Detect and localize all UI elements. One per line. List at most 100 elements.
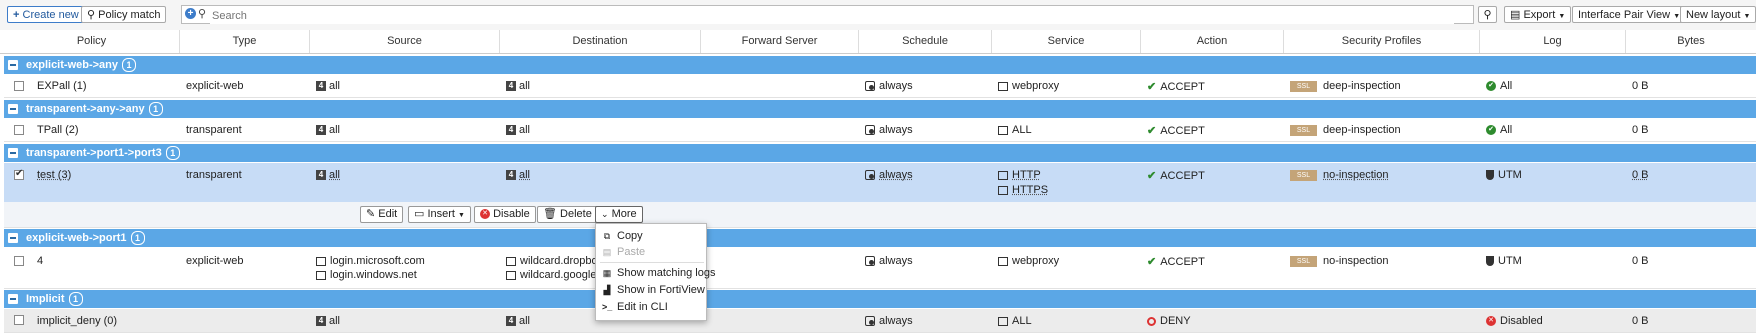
group-header[interactable]: transparent->port1->port3 1 [4,144,1756,162]
table-row[interactable]: 4 explicit-web login.microsoft.com login… [4,248,1756,289]
edit-button[interactable]: ✎ Edit [360,206,404,223]
destination-cell: wildcard.dropbox [506,255,603,267]
service-value: ALL [1012,315,1032,327]
log-cell: ✔ All [1486,80,1512,92]
deny-icon [1147,316,1156,326]
row-checkbox[interactable] [14,256,24,266]
menu-item-show-matching-logs[interactable]: ▦ Show matching logs [602,265,716,281]
collapse-icon[interactable] [8,233,18,243]
source-value[interactable]: all [329,169,340,181]
column-header-action[interactable]: Action [1141,30,1284,53]
group-header[interactable]: transparent->any->any 1 [4,100,1756,118]
group-header[interactable]: Implicit 1 [4,290,1756,308]
x-circle-icon: ✕ [1486,316,1496,327]
insert-button[interactable]: ▭ Insert ▼ [408,206,471,223]
policy-name[interactable]: test (3) [37,169,71,181]
log-cell: UTM [1486,255,1522,267]
security-profile-cell: SSL deep-inspection [1290,80,1401,92]
delete-button[interactable]: 🗑 Delete [537,206,598,223]
schedule-value: always [879,80,913,92]
group-count-badge: 1 [68,292,83,307]
row-checkbox[interactable] [14,81,24,91]
service-cell: ALL [998,124,1032,136]
service-value[interactable]: HTTP [1012,169,1041,181]
column-header-service[interactable]: Service [992,30,1141,53]
bytes-value: 0 B [1632,255,1649,267]
collapse-icon[interactable] [8,148,18,158]
service-value: webproxy [1012,80,1060,92]
search-box[interactable]: + ⚲ [181,5,1474,24]
group-header[interactable]: explicit-web->any 1 [4,56,1756,74]
menu-divider [600,262,704,263]
column-header-schedule[interactable]: Schedule [859,30,992,53]
more-button[interactable]: ⌄ More [595,206,643,223]
source-cell: 4 all [316,124,340,136]
column-header-forward-server[interactable]: Forward Server [701,30,859,53]
collapse-icon[interactable] [8,104,18,114]
search-input[interactable] [210,7,1454,24]
collapse-icon[interactable] [8,294,18,304]
row-action-bar: ✎ Edit ▭ Insert ▼ ✕ Disable 🗑 Delete ⌄ M… [4,202,1756,228]
policy-match-button[interactable]: ⚲ Policy match [81,6,167,23]
source-cell: login.microsoft.com [316,255,425,267]
address-icon: 4 [506,125,516,136]
table-row[interactable]: implicit_deny (0) 4 all 4 all always ALL D… [4,309,1756,333]
source-cell: 4 all [316,315,340,327]
column-header-destination[interactable]: Destination [500,30,701,53]
service-cell-2: HTTPS [998,184,1048,196]
menu-item-copy[interactable]: ⧉ Copy [602,228,643,244]
column-header-type[interactable]: Type [180,30,310,53]
export-button[interactable]: ▤ Export ▼ [1504,6,1572,23]
destination-value-2: wildcard.google.c [520,269,605,281]
search-field-icon: ⚲ [198,8,207,20]
new-layout-button[interactable]: New layout ▼ [1680,6,1756,23]
column-header-bytes[interactable]: Bytes [1626,30,1756,53]
row-checkbox-checked[interactable] [14,168,24,180]
more-label: More [611,208,637,220]
row-checkbox[interactable] [14,315,24,325]
ssl-badge-icon: SSL [1290,255,1317,267]
group-count-badge: 1 [148,102,163,117]
delete-label: Delete [560,208,592,220]
group-header[interactable]: explicit-web->port1 1 [4,229,1756,247]
group-label: transparent->any->any [26,103,145,115]
trash-icon: 🗑 [543,208,557,220]
column-header-security-profiles[interactable]: Security Profiles [1284,30,1480,53]
destination-value[interactable]: all [519,169,530,181]
bytes-value[interactable]: 0 B [1632,169,1649,181]
disable-button[interactable]: ✕ Disable [474,206,536,223]
policy-type: transparent [186,169,242,181]
add-filter-icon[interactable]: + [185,8,196,19]
schedule-cell: always [865,124,913,136]
column-header-log[interactable]: Log [1480,30,1626,53]
checkmark-icon: ✔ [1147,170,1157,182]
column-header-source[interactable]: Source [310,30,500,53]
column-header-policy[interactable]: Policy [4,30,180,53]
profile-value: deep-inspection [1323,124,1401,136]
schedule-icon [865,125,875,136]
table-row-selected[interactable]: test (3) transparent 4all 4all always HT… [4,163,1756,203]
checkmark-icon: ✔ [1147,125,1157,137]
service-icon [998,256,1008,266]
schedule-value[interactable]: always [879,169,913,181]
menu-item-edit-in-cli[interactable]: >_ Edit in CLI [602,299,668,315]
service-value-2[interactable]: HTTPS [1012,184,1048,196]
ssl-badge-icon: SSL [1290,80,1317,92]
group-label: explicit-web->port1 [26,232,127,244]
create-new-label: Create new [22,9,79,21]
group-label: Implicit [26,293,65,305]
table-row[interactable]: TPall (2) transparent 4 all 4 all always A… [4,119,1756,142]
service-cell: webproxy [998,80,1059,92]
search-button[interactable]: ⚲ [1478,6,1497,23]
create-new-button[interactable]: + Create new [7,6,85,23]
row-checkbox[interactable] [14,125,24,135]
log-cell: UTM [1486,169,1522,181]
profile-value[interactable]: no-inspection [1323,169,1388,181]
source-value: all [329,80,341,92]
table-row[interactable]: EXPall (1) explicit-web 4 all 4 all always… [4,75,1756,98]
group-count-badge: 1 [122,58,137,73]
menu-item-show-in-fortiview[interactable]: ▟ Show in FortiView [602,282,705,298]
collapse-icon[interactable] [8,60,18,70]
view-select[interactable]: Interface Pair View ▼ [1572,6,1687,23]
log-value: All [1500,124,1513,136]
